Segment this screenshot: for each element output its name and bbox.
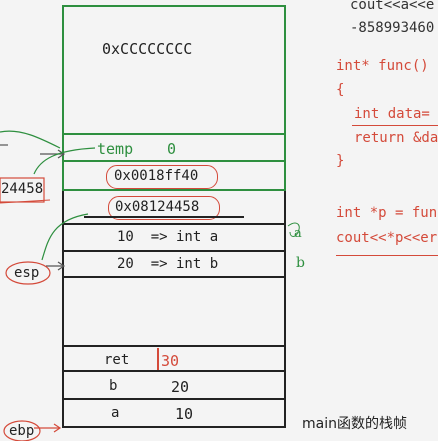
a-value: 10 bbox=[175, 405, 194, 423]
left-annotations bbox=[0, 130, 96, 441]
code-underline-9 bbox=[336, 255, 438, 256]
address-fragment-label: 24458 bbox=[1, 181, 44, 197]
return-address-value: 0x08124458 bbox=[115, 199, 200, 215]
code-line-4: { bbox=[336, 82, 345, 98]
code-underline-5 bbox=[352, 125, 438, 126]
code-line-8: int *p = fun bbox=[336, 205, 438, 221]
uninitialized-value: 0xCCCCCCCC bbox=[102, 40, 193, 58]
code-line-2: -858993460 bbox=[350, 20, 435, 36]
code-line-1: cout<<a<<e bbox=[350, 0, 435, 13]
code-line-5: int data= bbox=[354, 106, 430, 122]
ret-mark bbox=[157, 348, 159, 370]
b-value: 20 bbox=[171, 378, 190, 396]
esp-label: esp bbox=[14, 265, 40, 281]
a-label: a bbox=[111, 405, 120, 421]
code-line-9: cout<<*p<<er bbox=[336, 230, 438, 246]
side-mark-a: a bbox=[294, 226, 302, 241]
temp-value: 0 bbox=[167, 140, 177, 158]
saved-ebp-value: 0x0018ff40 bbox=[114, 168, 199, 184]
ebp-label: ebp bbox=[9, 423, 35, 439]
code-line-6: return &da bbox=[354, 130, 438, 146]
code-line-7: } bbox=[336, 153, 345, 169]
b-label: b bbox=[109, 378, 118, 394]
arg-a-row: 10 => int a bbox=[117, 229, 219, 245]
arg-b-row: 20 => int b bbox=[117, 256, 219, 272]
side-mark-b: b bbox=[296, 255, 305, 271]
main-frame-caption: main函数的栈帧 bbox=[302, 416, 407, 432]
code-line-3: int* func() bbox=[336, 58, 429, 74]
ret-value: 30 bbox=[161, 352, 180, 370]
